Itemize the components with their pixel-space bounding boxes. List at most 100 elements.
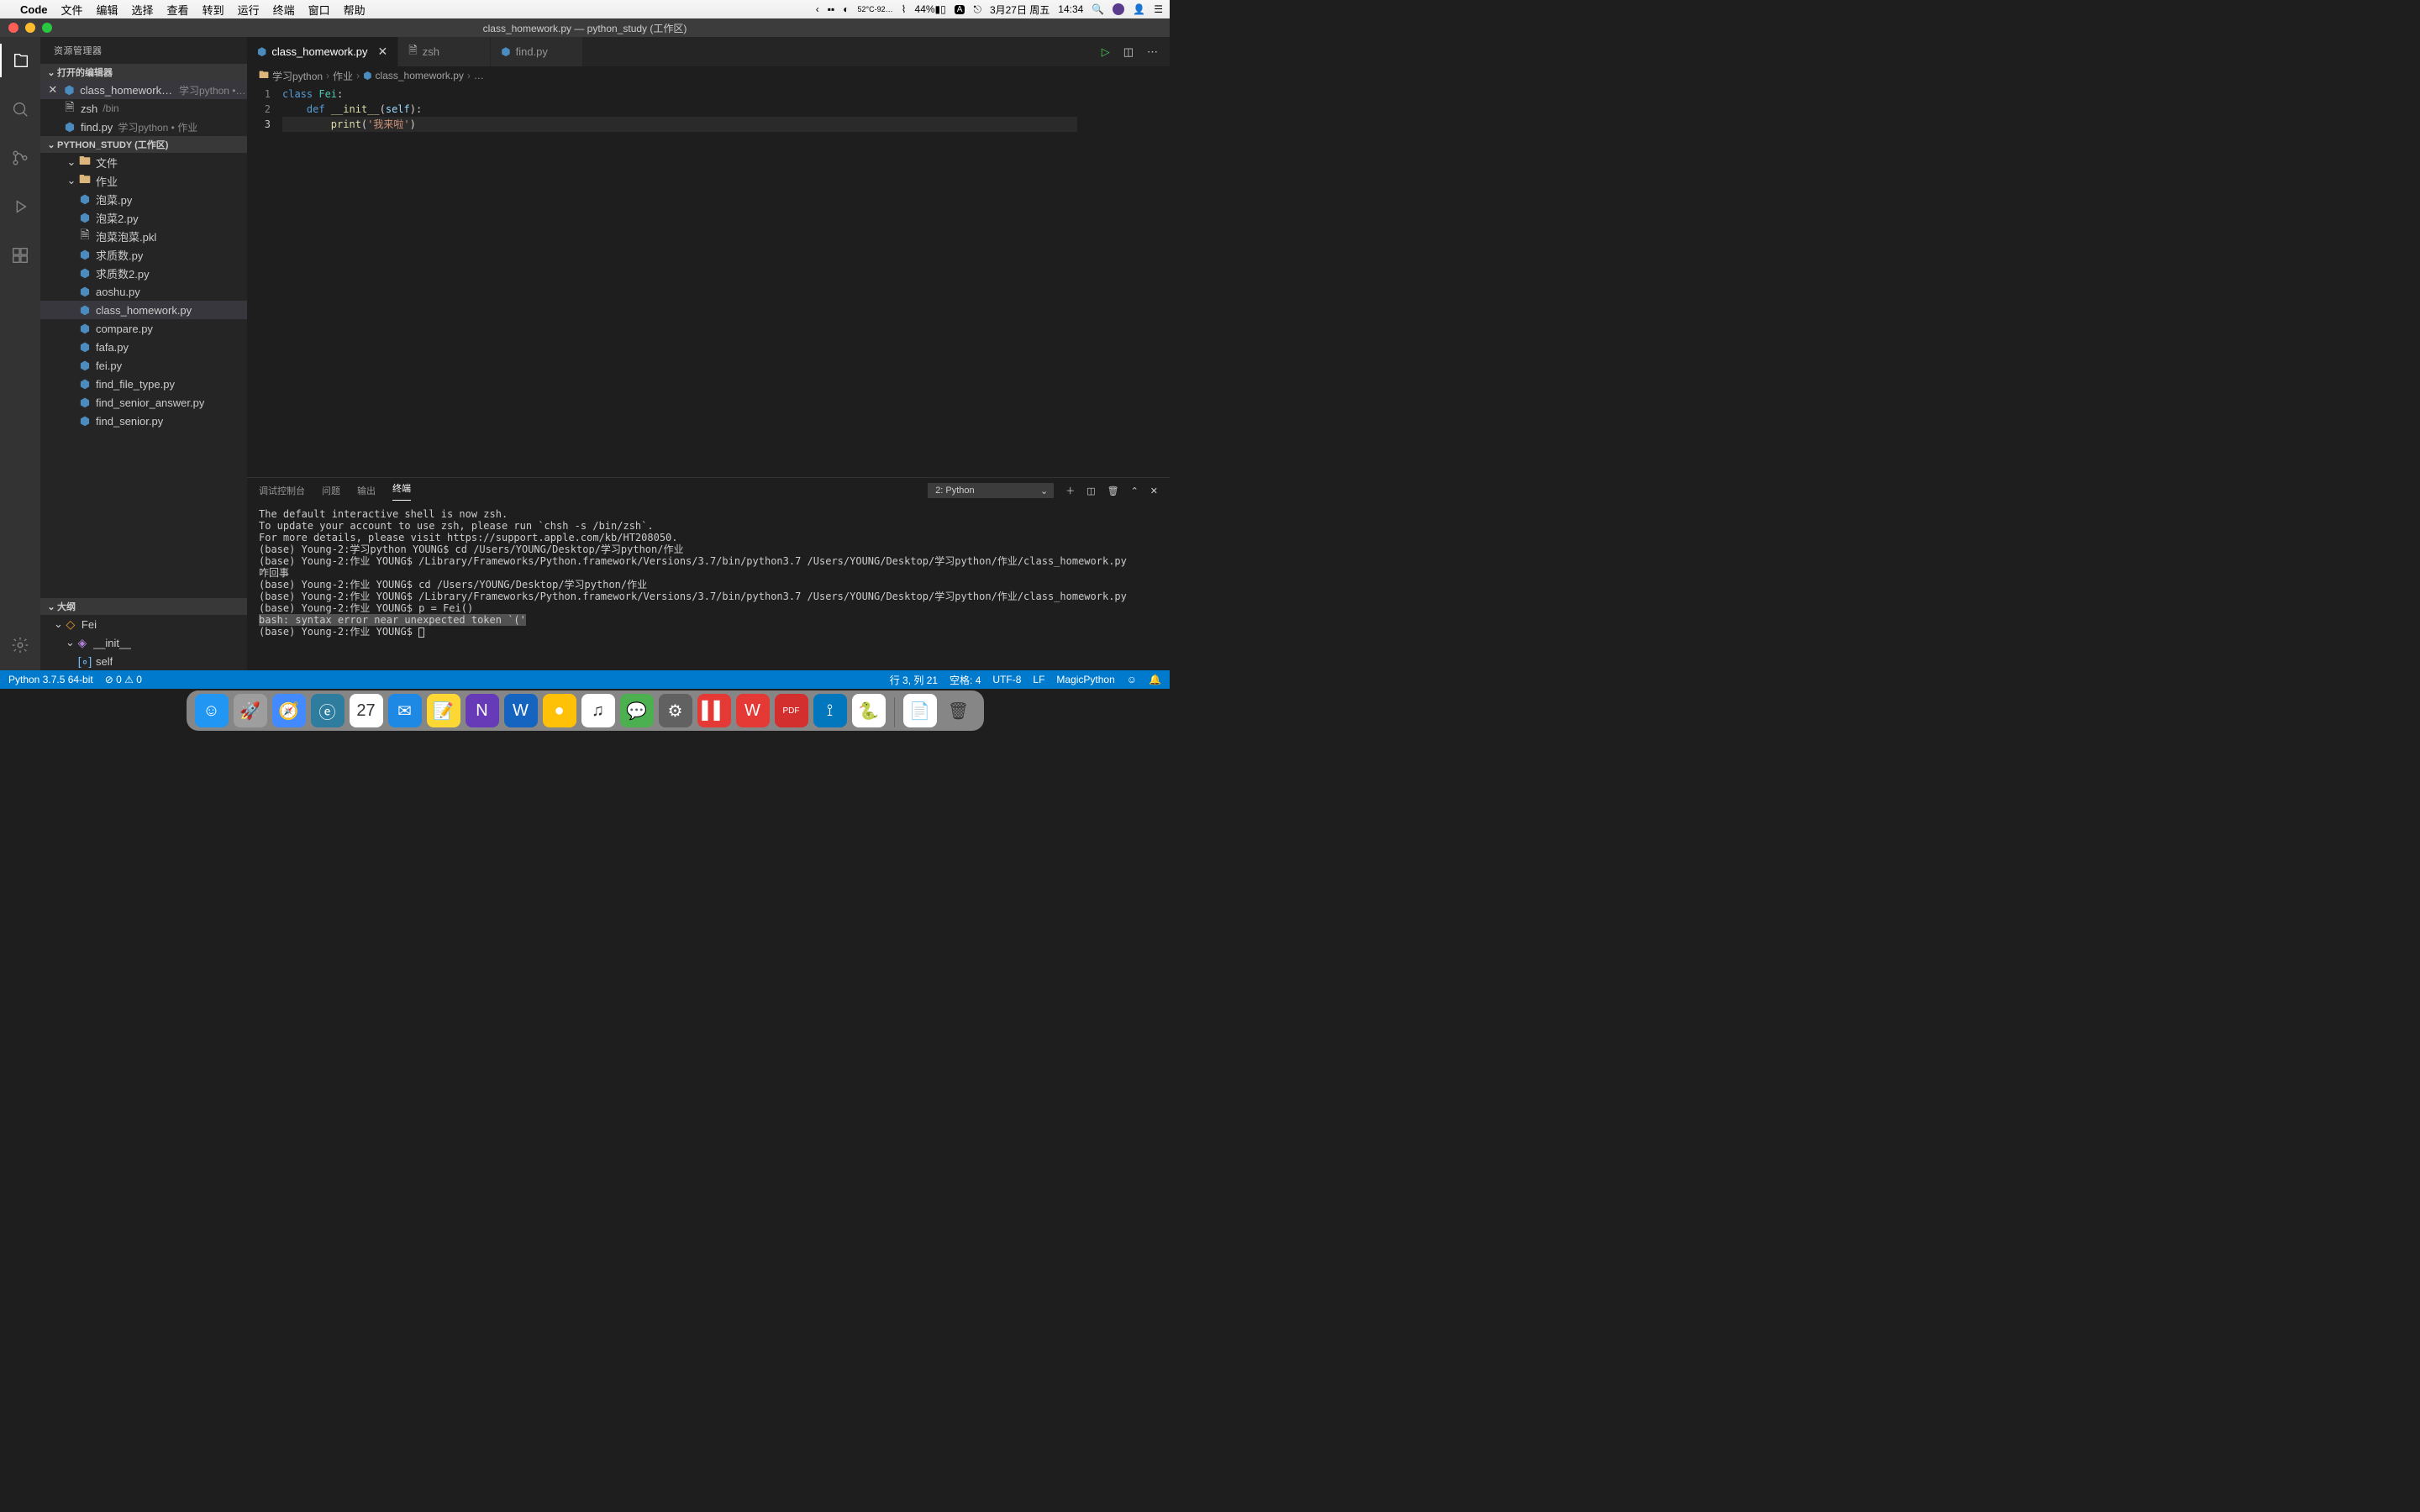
settings-gear-icon[interactable] <box>0 628 40 662</box>
status-feedback-icon[interactable]: ☺ <box>1127 674 1137 685</box>
menulet-1-icon[interactable]: ‹ <box>816 3 819 15</box>
panel-tab-output[interactable]: 输出 <box>357 484 376 497</box>
status-encoding[interactable]: UTF-8 <box>992 674 1021 685</box>
close-panel-icon[interactable]: ✕ <box>1150 486 1158 496</box>
dock-item-edge[interactable]: ⓔ <box>311 694 345 727</box>
dock-item-launchpad[interactable]: 🚀 <box>234 694 267 727</box>
siri-icon[interactable] <box>1113 3 1124 15</box>
dock-item-wechat[interactable]: 💬 <box>620 694 654 727</box>
file-row[interactable]: ⬢泡菜2.py <box>40 208 247 227</box>
dock-item-onenote[interactable]: N <box>466 694 499 727</box>
menulet-clock-icon[interactable]: ◐ <box>843 3 849 15</box>
file-row[interactable]: ⬢find_senior_answer.py <box>40 393 247 412</box>
panel-tab-debug-console[interactable]: 调试控制台 <box>259 484 305 497</box>
dock-item-textedit[interactable]: 📄 <box>903 694 937 727</box>
status-spaces[interactable]: 空格: 4 <box>950 673 981 687</box>
close-window-button[interactable] <box>8 23 18 33</box>
maximize-panel-icon[interactable]: ⌃ <box>1131 486 1139 496</box>
dock-item-word[interactable]: W <box>504 694 538 727</box>
battery-indicator[interactable]: 44% ▮▯ <box>915 3 946 15</box>
terminal-output[interactable]: The default interactive shell is now zsh… <box>247 503 1170 670</box>
status-eol[interactable]: LF <box>1033 674 1044 685</box>
notification-center-icon[interactable]: ☰ <box>1154 3 1163 15</box>
dock-item-notes[interactable]: 📝 <box>427 694 460 727</box>
open-editor-item[interactable]: 🗎zsh/bin <box>40 99 247 118</box>
split-editor-icon[interactable]: ◫ <box>1123 45 1134 59</box>
dock-item-safari[interactable]: 🧭 <box>272 694 306 727</box>
bluetooth-icon[interactable]: ⎋ <box>973 3 981 16</box>
more-actions-icon[interactable]: ⋯ <box>1147 45 1158 59</box>
dock-item-settings[interactable]: ⚙ <box>659 694 692 727</box>
workspace-header[interactable]: ⌄ PYTHON_STUDY (工作区) <box>40 136 247 153</box>
maximize-window-button[interactable] <box>42 23 52 33</box>
panel-tab-terminal[interactable]: 终端 <box>392 481 411 501</box>
input-source-icon[interactable]: A <box>955 5 965 14</box>
outline-item[interactable]: [∘]self <box>40 652 247 670</box>
temp-indicator[interactable]: 52°C-92… <box>858 6 893 13</box>
spotlight-icon[interactable]: 🔍 <box>1092 3 1104 15</box>
menu-view[interactable]: 查看 <box>167 2 189 18</box>
dock-item-vscode[interactable]: ⟟ <box>813 694 847 727</box>
menu-file[interactable]: 文件 <box>61 2 83 18</box>
status-language[interactable]: MagicPython <box>1056 674 1114 685</box>
new-terminal-icon[interactable]: ＋ <box>1065 484 1075 497</box>
menu-run[interactable]: 运行 <box>238 2 260 18</box>
file-row[interactable]: ⬢求质数2.py <box>40 264 247 282</box>
split-terminal-icon[interactable]: ◫ <box>1086 486 1095 496</box>
file-row[interactable]: ⬢fafa.py <box>40 338 247 356</box>
dock-item-wps[interactable]: W <box>736 694 770 727</box>
status-python-version[interactable]: Python 3.7.5 64-bit <box>8 674 93 685</box>
status-problems[interactable]: ⊘ 0 ⚠ 0 <box>105 674 142 685</box>
outline-header[interactable]: ⌄ 大纲 <box>40 598 247 615</box>
outline-item[interactable]: ⌄◇Fei <box>40 615 247 633</box>
file-row[interactable]: 🗎泡菜泡菜.pkl <box>40 227 247 245</box>
user-icon[interactable]: 👤 <box>1133 3 1145 15</box>
status-bell-icon[interactable]: 🔔 <box>1149 674 1161 685</box>
run-file-icon[interactable]: ▷ <box>1102 45 1110 59</box>
dock-item-python[interactable]: 🐍 <box>852 694 886 727</box>
editor-tab[interactable]: ⬢find.py <box>491 37 583 66</box>
minimap[interactable] <box>1077 85 1170 477</box>
source-control-icon[interactable] <box>0 141 40 175</box>
dock-item-music[interactable]: ♫ <box>581 694 615 727</box>
menulet-2-icon[interactable]: ▪▪ <box>828 3 835 15</box>
file-row[interactable]: ⬢aoshu.py <box>40 282 247 301</box>
time-display[interactable]: 14:34 <box>1058 3 1083 15</box>
file-row[interactable]: ⬢fei.py <box>40 356 247 375</box>
kill-terminal-icon[interactable]: 🗑 <box>1107 486 1119 496</box>
file-row[interactable]: ⬢求质数.py <box>40 245 247 264</box>
app-name[interactable]: Code <box>20 3 48 16</box>
outline-item[interactable]: ⌄◈__init__ <box>40 633 247 652</box>
breadcrumbs[interactable]: 🖿 学习python› 作业› ⬢ class_homework.py› … <box>247 66 1170 85</box>
menu-go[interactable]: 转到 <box>203 2 224 18</box>
panel-tab-problems[interactable]: 问题 <box>322 484 340 497</box>
open-editor-item[interactable]: ✕⬢class_homework.py学习python • … <box>40 81 247 99</box>
close-icon[interactable]: ✕ <box>47 83 59 97</box>
code-editor[interactable]: 1 2 3 class Fei: def __init__(self): pri… <box>247 85 1170 477</box>
dock-item-calendar[interactable]: 27 <box>350 694 383 727</box>
file-row[interactable]: ⬢compare.py <box>40 319 247 338</box>
editor-tab[interactable]: ⬢class_homework.py✕ <box>247 37 398 66</box>
terminal-selector[interactable]: 2: Python <box>928 483 1054 498</box>
dock-item-app1[interactable]: ● <box>543 694 576 727</box>
dock-item-outlook[interactable]: ✉ <box>388 694 422 727</box>
close-tab-icon[interactable]: ✕ <box>378 45 388 59</box>
open-editor-item[interactable]: ⬢find.py学习python • 作业 <box>40 118 247 136</box>
file-row[interactable]: ⬢泡菜.py <box>40 190 247 208</box>
menu-help[interactable]: 帮助 <box>344 2 366 18</box>
file-row[interactable]: ⬢find_senior.py <box>40 412 247 430</box>
run-debug-icon[interactable] <box>0 190 40 223</box>
editor-tab[interactable]: 🗎zsh <box>398 37 491 66</box>
dock-item-finder[interactable]: ☺ <box>195 694 229 727</box>
open-editors-header[interactable]: ⌄ 打开的编辑器 <box>40 64 247 81</box>
dock-item-parallels[interactable]: ▌▌ <box>697 694 731 727</box>
menu-edit[interactable]: 编辑 <box>97 2 118 18</box>
folder-row[interactable]: ⌄🖿作业 <box>40 171 247 190</box>
menu-selection[interactable]: 选择 <box>132 2 154 18</box>
file-row[interactable]: ⬢class_homework.py <box>40 301 247 319</box>
status-line-col[interactable]: 行 3, 列 21 <box>890 673 938 687</box>
wifi-icon[interactable]: ⌇ <box>902 3 907 15</box>
menu-terminal[interactable]: 终端 <box>273 2 295 18</box>
date-display[interactable]: 3月27日 周五 <box>990 3 1050 17</box>
folder-row[interactable]: ⌄🖿文件 <box>40 153 247 171</box>
